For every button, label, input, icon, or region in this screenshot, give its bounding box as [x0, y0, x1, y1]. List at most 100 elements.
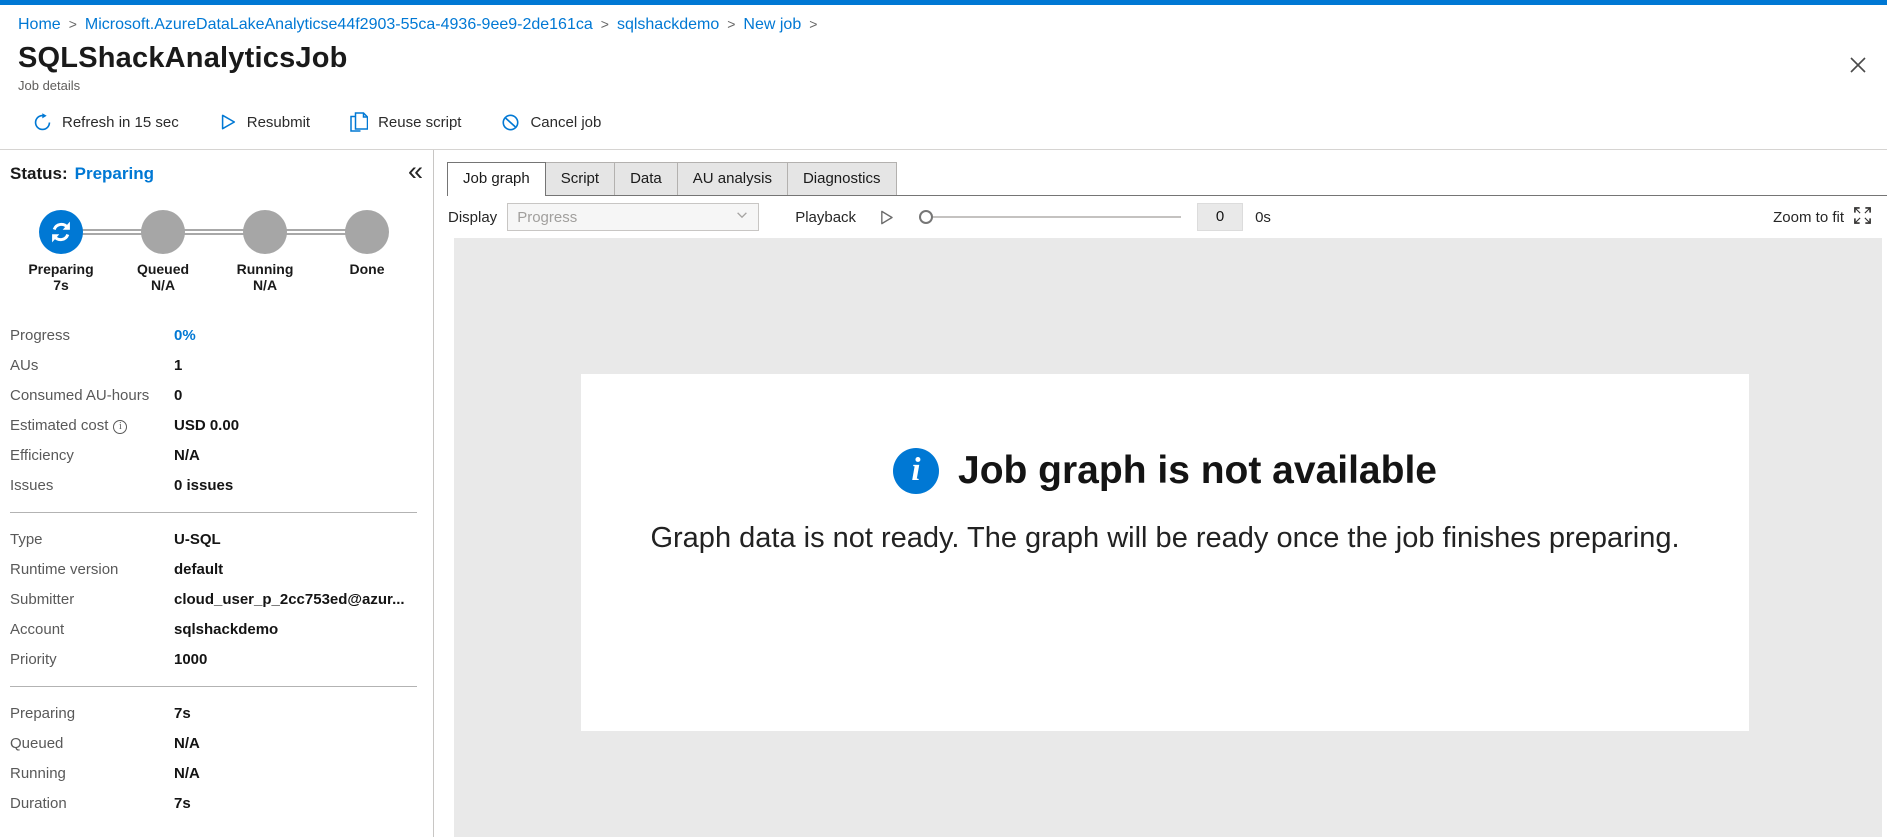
- detail-value: 0%: [174, 327, 196, 344]
- toolbar-label: Refresh in 15 sec: [62, 113, 179, 131]
- breadcrumb-separator: >: [727, 16, 736, 32]
- detail-value: N/A: [174, 447, 200, 464]
- info-icon[interactable]: i: [113, 420, 128, 434]
- detail-row-priority: Priority 1000: [10, 645, 417, 675]
- toolbar-label: Cancel job: [530, 113, 602, 131]
- job-step-done: Done: [316, 210, 418, 277]
- breadcrumb-link-home[interactable]: Home: [18, 16, 61, 33]
- detail-row-estimated-cost: Estimated cost i USD 0.00: [10, 411, 417, 441]
- toolbar-reuse-script-button[interactable]: Reuse script: [350, 112, 461, 132]
- detail-row-account: Account sqlshackdemo: [10, 615, 417, 645]
- detail-value: 7s: [174, 795, 191, 812]
- toolbar-resubmit-button[interactable]: Resubmit: [219, 113, 310, 131]
- detail-label: Queued: [10, 735, 64, 752]
- playback-label: Playback: [795, 208, 857, 226]
- zoom-to-fit-label: Zoom to fit: [1773, 208, 1844, 226]
- close-icon[interactable]: [1847, 54, 1869, 76]
- graph-message-title: Job graph is not available: [958, 449, 1437, 492]
- detail-value: 0: [174, 387, 183, 404]
- detail-row-type: Type U-SQL: [10, 525, 417, 555]
- slider-knob[interactable]: [919, 210, 934, 224]
- step-name: Preparing: [28, 261, 94, 277]
- graph-message-header: i Job graph is not available: [581, 448, 1749, 494]
- toolbar-cancel-job-button[interactable]: Cancel job: [501, 113, 601, 132]
- step-name: Done: [349, 261, 385, 277]
- detail-value: cloud_user_p_2cc753ed@azur...: [174, 591, 405, 608]
- page-title: SQLShackAnalyticsJob: [18, 42, 348, 74]
- detail-row-running: Running N/A: [10, 759, 417, 789]
- status-value: Preparing: [74, 164, 154, 183]
- step-time: N/A: [150, 277, 176, 293]
- detail-value: 1000: [174, 651, 208, 668]
- step-circle: [141, 210, 185, 254]
- breadcrumb-separator: >: [809, 16, 818, 32]
- detail-label: Submitter: [10, 591, 75, 608]
- job-step-running: Running N/A: [214, 210, 316, 293]
- detail-label: AUs: [10, 357, 39, 374]
- job-step-preparing: Preparing 7s: [10, 210, 112, 293]
- zoom-to-fit-icon: [1853, 206, 1872, 229]
- zoom-to-fit-button[interactable]: Zoom to fit: [1773, 206, 1872, 229]
- detail-label: Priority: [10, 651, 57, 668]
- detail-value: USD 0.00: [174, 417, 240, 434]
- detail-label: Runtime version: [10, 561, 119, 578]
- detail-label: Estimated cost i: [10, 411, 174, 441]
- detail-label: Issues: [10, 477, 54, 494]
- reuse-script-icon: [350, 112, 369, 132]
- tab-data[interactable]: Data: [614, 162, 678, 195]
- tab-au-analysis[interactable]: AU analysis: [676, 162, 788, 195]
- detail-value: N/A: [174, 765, 200, 782]
- slider-track: [919, 216, 1182, 218]
- detail-value: sqlshackdemo: [174, 621, 279, 638]
- detail-value: 1: [174, 357, 183, 374]
- toolbar-label: Reuse script: [378, 113, 462, 131]
- tab-script[interactable]: Script: [544, 162, 616, 195]
- detail-value: N/A: [174, 735, 200, 752]
- detail-row-aus: AUs 1: [10, 351, 417, 381]
- detail-label: Type: [10, 531, 43, 548]
- playback-time-input[interactable]: 0: [1197, 203, 1244, 231]
- tab-job-graph[interactable]: Job graph: [447, 162, 546, 196]
- playback-duration: 0s: [1255, 208, 1271, 226]
- graph-message-body: Graph data is not ready. The graph will …: [650, 522, 1680, 554]
- display-select[interactable]: Progress: [507, 203, 760, 231]
- step-circle: [243, 210, 287, 254]
- display-select-value: Progress: [517, 208, 578, 226]
- graph-message-card: i Job graph is not available Graph data …: [581, 374, 1749, 731]
- refresh-icon: [33, 112, 52, 132]
- detail-label: Running: [10, 765, 66, 782]
- graph-controls: Display Progress Playback 0 0s Zoom to f…: [434, 196, 1887, 238]
- status-line: Status: Preparing: [10, 164, 433, 184]
- detail-label: Efficiency: [10, 447, 74, 464]
- breadcrumb-link-microsoft-azuredatalakeanalyticse44f2903-55ca-4936-9ee9-2de161ca[interactable]: Microsoft.AzureDataLakeAnalyticse44f2903…: [85, 16, 593, 33]
- step-name: Queued: [136, 261, 190, 277]
- job-step-queued: Queued N/A: [112, 210, 214, 293]
- details-section-3: Preparing 7s Queued N/A Running N/A Duration 7s: [10, 686, 417, 819]
- detail-row-preparing: Preparing 7s: [10, 699, 417, 729]
- collapse-panel-icon[interactable]: «: [408, 158, 423, 185]
- step-time: 7s: [53, 277, 69, 293]
- playback-slider[interactable]: [919, 203, 1182, 231]
- step-name: Running: [236, 261, 294, 277]
- step-time: N/A: [252, 277, 278, 293]
- info-icon: i: [893, 448, 940, 494]
- cancel-job-icon: [501, 113, 520, 132]
- job-summary-panel: « Status: Preparing Preparing 7s Queued N/A R…: [0, 150, 434, 837]
- tab-diagnostics[interactable]: Diagnostics: [786, 162, 897, 195]
- detail-label: Consumed AU-hours: [10, 387, 150, 404]
- toolbar-refresh-in-15-sec-button[interactable]: Refresh in 15 sec: [33, 112, 179, 132]
- content: « Status: Preparing Preparing 7s Queued N/A R…: [0, 150, 1887, 837]
- play-icon[interactable]: [878, 209, 895, 226]
- detail-row-progress: Progress 0%: [10, 321, 417, 351]
- detail-value: 7s: [174, 705, 191, 722]
- step-circle: [345, 210, 389, 254]
- detail-row-submitter: Submitter cloud_user_p_2cc753ed@azur...: [10, 585, 417, 615]
- toolbar-label: Resubmit: [246, 113, 311, 131]
- breadcrumb-link-sqlshackdemo[interactable]: sqlshackdemo: [617, 16, 719, 33]
- detail-row-duration: Duration 7s: [10, 789, 417, 819]
- detail-value: 0 issues: [174, 477, 234, 494]
- detail-label: Preparing: [10, 705, 76, 722]
- detail-row-issues: Issues 0 issues: [10, 471, 417, 501]
- breadcrumb-link-new-job[interactable]: New job: [743, 16, 801, 33]
- detail-label: Progress: [10, 327, 71, 344]
